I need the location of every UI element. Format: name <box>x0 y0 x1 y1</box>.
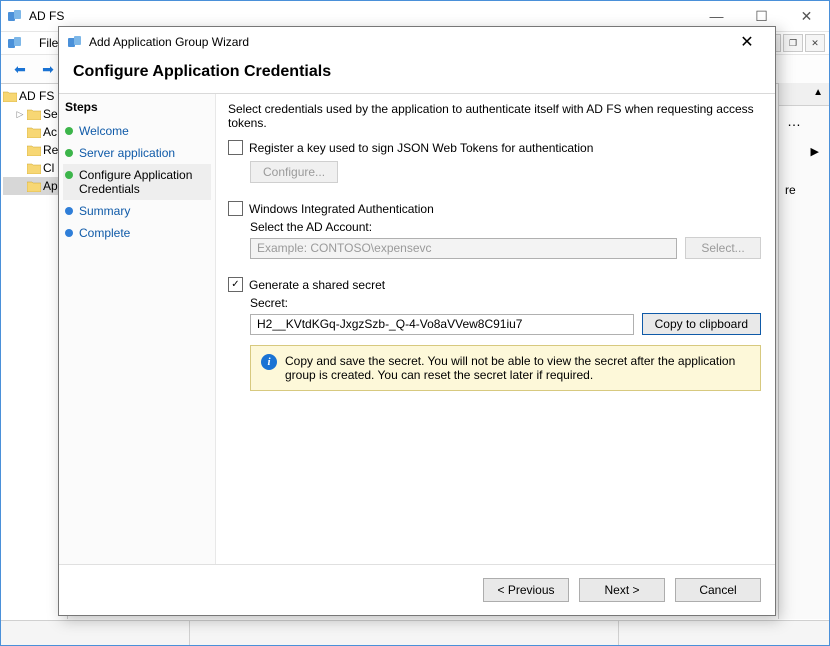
wia-checkbox-row: Windows Integrated Authentication <box>228 201 761 216</box>
configure-button-label: Configure... <box>263 165 325 179</box>
previous-label: < Previous <box>497 583 554 597</box>
tree-label: Ap <box>43 179 58 193</box>
step-server-application[interactable]: Server application <box>63 142 211 164</box>
info-text: Copy and save the secret. You will not b… <box>285 354 750 382</box>
status-cell <box>1 621 190 645</box>
cancel-button[interactable]: Cancel <box>675 578 761 602</box>
step-label: Server application <box>79 146 175 160</box>
wizard-body: Steps Welcome Server application Configu… <box>59 94 775 564</box>
step-bullet-icon <box>65 229 73 237</box>
content-pane: Select credentials used by the applicati… <box>216 94 775 564</box>
mdi-close-button[interactable]: ✕ <box>805 34 825 52</box>
register-key-group: Configure... <box>250 161 761 183</box>
wizard-footer: < Previous Next > Cancel <box>59 564 775 615</box>
wia-group: Select the AD Account: Example: CONTOSO\… <box>250 220 761 259</box>
secret-field-label: Secret: <box>250 296 761 310</box>
next-button[interactable]: Next > <box>579 578 665 602</box>
page-title: Configure Application Credentials <box>73 63 761 81</box>
wizard-icon <box>67 34 83 50</box>
copy-clipboard-label: Copy to clipboard <box>655 317 748 331</box>
register-key-checkbox[interactable] <box>228 140 243 155</box>
tree-label: Se <box>43 107 58 121</box>
actions-pane: ▲ … ▶ re <box>778 83 829 619</box>
step-label: Complete <box>79 226 130 240</box>
collapse-icon[interactable]: ▲ <box>813 87 823 98</box>
step-bullet-icon <box>65 127 73 135</box>
steps-title: Steps <box>63 98 211 120</box>
actions-link[interactable]: re <box>785 183 796 197</box>
status-cell <box>619 621 829 645</box>
folder-icon <box>3 90 17 102</box>
statusbar <box>1 620 829 645</box>
copy-clipboard-button[interactable]: Copy to clipboard <box>642 313 761 335</box>
tree-root[interactable]: AD FS <box>3 87 65 105</box>
step-welcome[interactable]: Welcome <box>63 120 211 142</box>
chevron-right-icon[interactable]: ▶ <box>811 145 819 158</box>
tree-label: Cl <box>43 161 54 175</box>
wizard-header: Configure Application Credentials <box>59 57 775 94</box>
adfs-icon <box>7 35 23 51</box>
previous-button[interactable]: < Previous <box>483 578 569 602</box>
forward-arrow-icon: ➡ <box>42 61 54 78</box>
description-text: Select credentials used by the applicati… <box>228 102 761 130</box>
step-configure-credentials[interactable]: Configure Application Credentials <box>63 164 211 200</box>
secret-value: H2__KVtdKGq-JxgzSzb-_Q-4-Vo8aVVew8C91iu7 <box>257 317 522 331</box>
info-icon: i <box>261 354 277 370</box>
step-summary[interactable]: Summary <box>63 200 211 222</box>
tree-root-label: AD FS <box>19 89 54 103</box>
wizard-dialog: Add Application Group Wizard ✕ Configure… <box>58 26 776 616</box>
step-complete[interactable]: Complete <box>63 222 211 244</box>
steps-pane: Steps Welcome Server application Configu… <box>59 94 216 564</box>
configure-button: Configure... <box>250 161 338 183</box>
secret-checkbox-row: Generate a shared secret <box>228 277 761 292</box>
status-cell <box>190 621 619 645</box>
step-bullet-icon <box>65 171 73 179</box>
info-box: i Copy and save the secret. You will not… <box>250 345 761 391</box>
folder-icon <box>27 144 41 156</box>
tree-item[interactable]: Cl <box>3 159 65 177</box>
tree-item-selected[interactable]: Ap <box>3 177 65 195</box>
main-title: AD FS <box>29 9 694 23</box>
secret-label: Generate a shared secret <box>249 278 385 292</box>
back-arrow-icon: ⬅ <box>14 61 26 78</box>
wia-account-input: Example: CONTOSO\expensevc <box>250 238 677 259</box>
more-icon[interactable]: … <box>787 113 802 129</box>
next-label: Next > <box>604 583 639 597</box>
wizard-close-button[interactable]: ✕ <box>727 32 767 52</box>
folder-icon <box>27 126 41 138</box>
step-bullet-icon <box>65 207 73 215</box>
cancel-label: Cancel <box>699 583 736 597</box>
wia-account-label: Select the AD Account: <box>250 220 761 234</box>
back-button[interactable]: ⬅ <box>7 58 33 80</box>
adfs-icon <box>7 8 23 24</box>
expand-icon[interactable]: ▷ <box>15 109 25 120</box>
select-account-label: Select... <box>701 241 744 255</box>
register-key-checkbox-row: Register a key used to sign JSON Web Tok… <box>228 140 761 155</box>
tree-label: Re <box>43 143 58 157</box>
tree-item[interactable]: ▷ Se <box>3 105 65 123</box>
wia-checkbox[interactable] <box>228 201 243 216</box>
mdi-restore-button[interactable]: ❐ <box>783 34 803 52</box>
tree-item[interactable]: Re <box>3 141 65 159</box>
secret-group: Secret: H2__KVtdKGq-JxgzSzb-_Q-4-Vo8aVVe… <box>250 296 761 391</box>
wia-label: Windows Integrated Authentication <box>249 202 434 216</box>
secret-input[interactable]: H2__KVtdKGq-JxgzSzb-_Q-4-Vo8aVVew8C91iu7 <box>250 314 634 335</box>
step-bullet-icon <box>65 149 73 157</box>
folder-icon <box>27 180 41 192</box>
folder-icon <box>27 108 41 120</box>
register-key-label: Register a key used to sign JSON Web Tok… <box>249 141 593 155</box>
step-label: Summary <box>79 204 130 218</box>
wizard-title: Add Application Group Wizard <box>89 35 727 49</box>
select-account-button: Select... <box>685 237 761 259</box>
secret-checkbox[interactable] <box>228 277 243 292</box>
step-label: Welcome <box>79 124 129 138</box>
tree-label: Ac <box>43 125 57 139</box>
close-button[interactable]: ✕ <box>784 1 829 31</box>
folder-icon <box>27 162 41 174</box>
wizard-titlebar[interactable]: Add Application Group Wizard ✕ <box>59 27 775 57</box>
wia-placeholder: Example: CONTOSO\expensevc <box>257 241 432 255</box>
step-label: Configure Application Credentials <box>79 168 209 196</box>
tree-item[interactable]: Ac <box>3 123 65 141</box>
